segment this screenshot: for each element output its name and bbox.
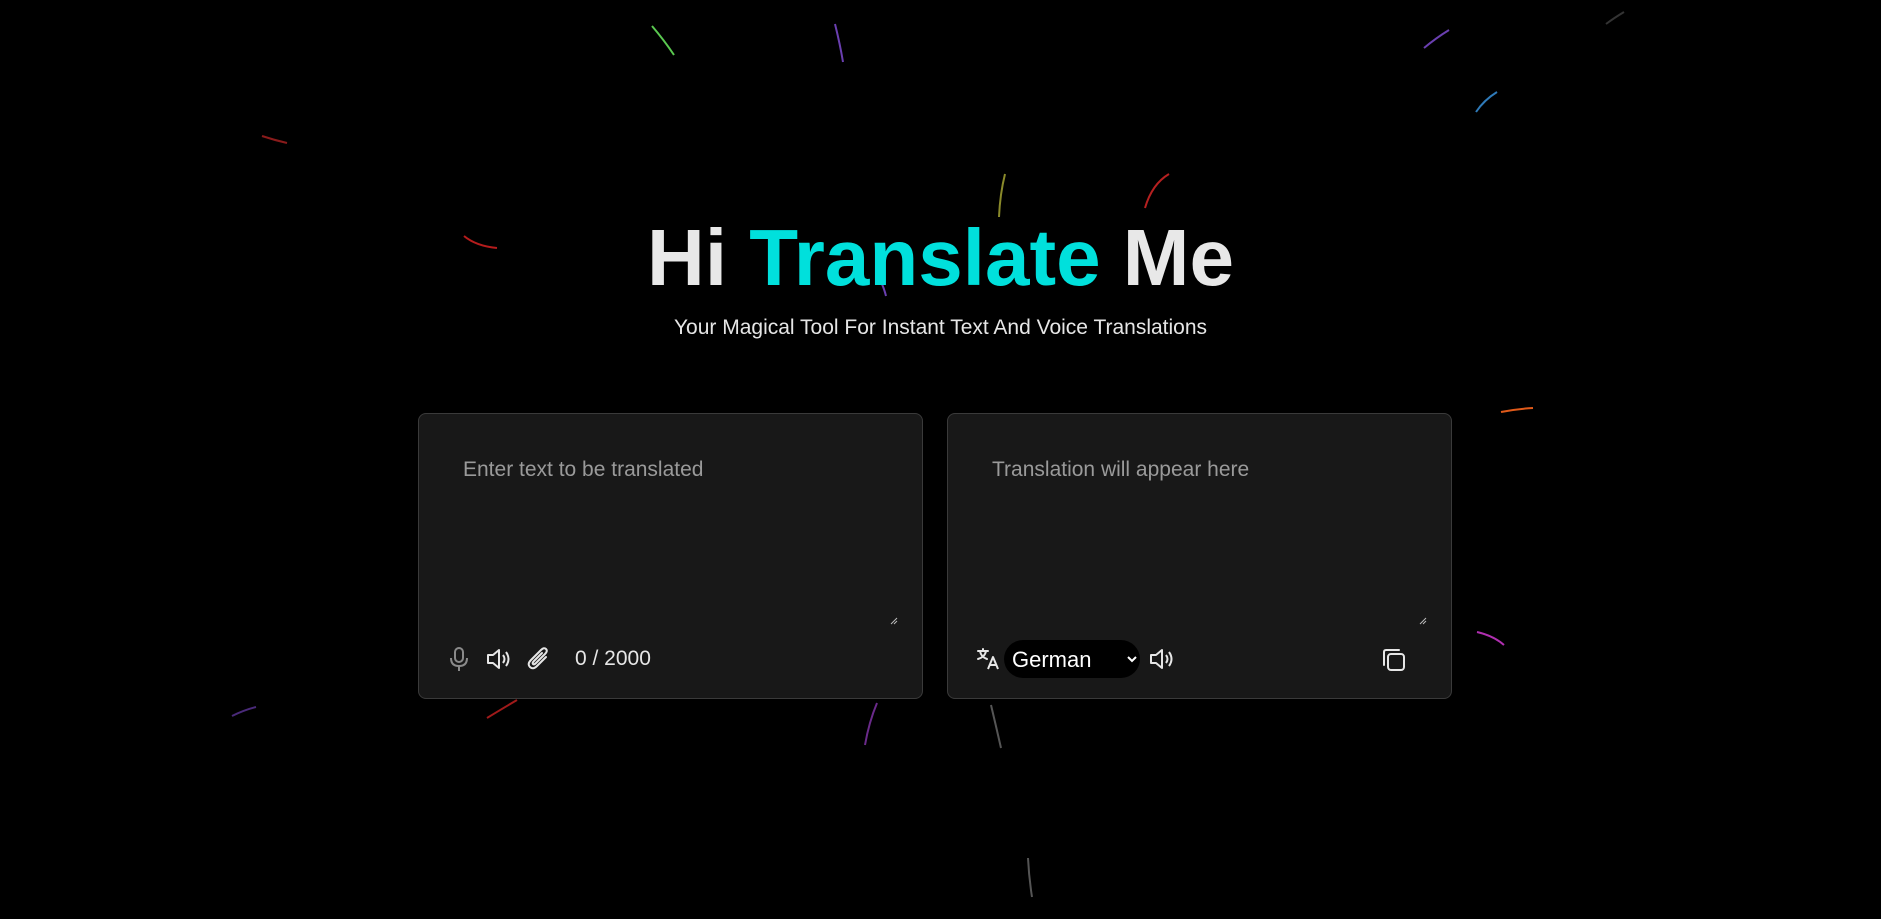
target-panel: German (947, 413, 1452, 699)
particle-streak (1500, 407, 1534, 413)
background-particles (231, 11, 1625, 898)
particle-streak (261, 135, 288, 144)
microphone-icon[interactable] (443, 643, 475, 675)
translation-output[interactable] (972, 438, 1425, 612)
app-root: Hi Translate Me Your Magical Tool For In… (0, 0, 1881, 919)
title-accent: Translate (749, 213, 1101, 302)
particle-streak (1475, 91, 1498, 113)
source-toolbar: 0 / 2000 (443, 639, 651, 679)
translate-icon (972, 643, 1004, 675)
page-title: Hi Translate Me (0, 208, 1881, 308)
particle-streak (1605, 11, 1625, 25)
particle-streak (834, 23, 844, 63)
character-counter: 0 / 2000 (575, 647, 651, 670)
particle-streak (1423, 29, 1450, 49)
target-language-select[interactable]: German (1004, 640, 1140, 678)
page-subtitle: Your Magical Tool For Instant Text And V… (673, 316, 1208, 339)
speaker-icon[interactable] (1146, 643, 1178, 675)
particle-streak (486, 699, 518, 719)
particle-streak (990, 704, 1002, 749)
particle-streak (1027, 857, 1033, 898)
particle-streak (1476, 631, 1505, 646)
paperclip-icon[interactable] (523, 643, 555, 675)
particle-streak (231, 706, 257, 717)
resize-grip-icon[interactable] (890, 617, 898, 625)
title-suffix: Me (1100, 213, 1234, 302)
title-prefix: Hi (647, 213, 750, 302)
target-toolbar: German (972, 639, 1186, 679)
speaker-icon[interactable] (483, 643, 515, 675)
copy-icon[interactable] (1377, 643, 1411, 677)
resize-grip-icon[interactable] (1419, 617, 1427, 625)
particle-streak (1144, 173, 1170, 209)
source-text-input[interactable] (443, 438, 896, 612)
source-panel: 0 / 2000 (418, 413, 923, 699)
particle-streak (651, 25, 675, 56)
particle-streak (864, 702, 878, 746)
hero: Hi Translate Me Your Magical Tool For In… (0, 208, 1881, 341)
